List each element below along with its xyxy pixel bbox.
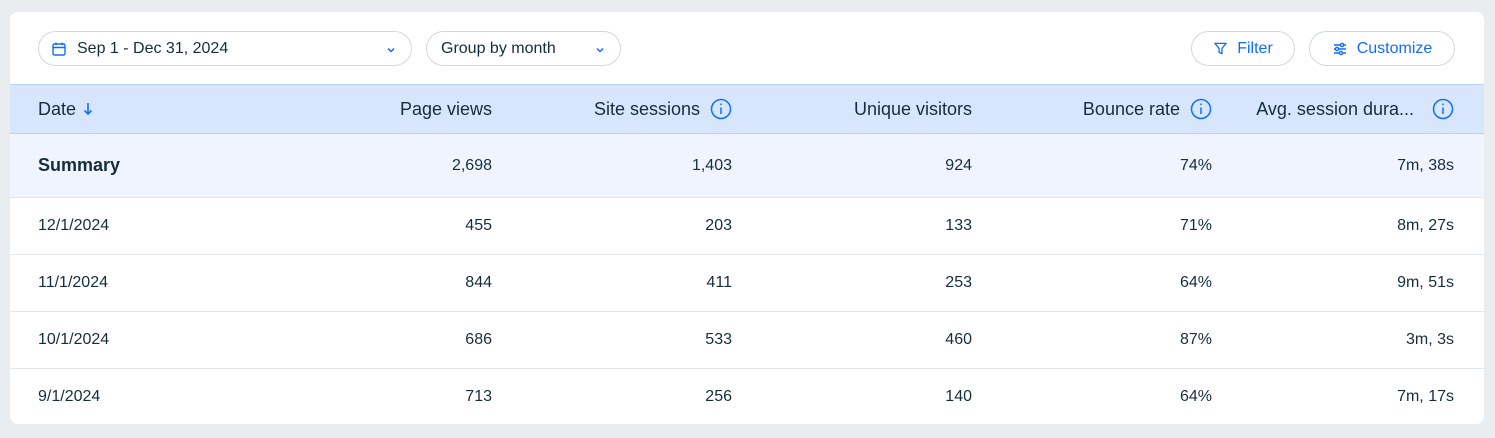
cell-bounce-rate: 87% bbox=[1179, 331, 1212, 348]
column-header-date[interactable]: Date bbox=[10, 85, 260, 134]
customize-label: Customize bbox=[1356, 39, 1433, 57]
summary-label: Summary bbox=[38, 155, 121, 175]
analytics-table: Date Page views Site sessions Unique vis… bbox=[10, 84, 1484, 424]
toolbar: Sep 1 - Dec 31, 2024 Group by month Filt… bbox=[10, 12, 1484, 84]
column-header-avg-session-duration[interactable]: Avg. session dura... bbox=[1212, 85, 1484, 134]
cell-date: 10/1/2024 bbox=[38, 331, 110, 348]
column-header-bounce-rate[interactable]: Bounce rate bbox=[972, 85, 1212, 134]
cell-page-views: 686 bbox=[465, 331, 492, 348]
date-range-value: Sep 1 - Dec 31, 2024 bbox=[77, 39, 229, 57]
summary-page-views: 2,698 bbox=[451, 156, 492, 174]
table-row[interactable]: 11/1/2024 844 411 253 64% 9m, 51s bbox=[10, 255, 1484, 312]
info-icon[interactable] bbox=[1432, 98, 1454, 120]
info-icon[interactable] bbox=[1190, 98, 1212, 120]
column-header-page-views[interactable]: Page views bbox=[260, 85, 492, 134]
group-by-value: Group by month bbox=[441, 39, 556, 57]
cell-unique-visitors: 460 bbox=[945, 331, 972, 348]
table-row[interactable]: 9/1/2024 713 256 140 64% 7m, 17s bbox=[10, 369, 1484, 425]
cell-avg-session: 7m, 17s bbox=[1397, 388, 1454, 406]
cell-bounce-rate: 64% bbox=[1179, 388, 1212, 406]
summary-bounce-rate: 74% bbox=[1179, 156, 1212, 174]
analytics-table-card: Sep 1 - Dec 31, 2024 Group by month Filt… bbox=[10, 12, 1484, 424]
group-by-dropdown[interactable]: Group by month bbox=[426, 31, 621, 66]
summary-site-sessions: 1,403 bbox=[691, 156, 732, 174]
filter-button[interactable]: Filter bbox=[1191, 31, 1295, 66]
column-header-unique-visitors[interactable]: Unique visitors bbox=[732, 85, 972, 134]
summary-unique-visitors: 924 bbox=[945, 156, 972, 174]
cell-date: 9/1/2024 bbox=[38, 388, 101, 406]
cell-avg-session: 8m, 27s bbox=[1397, 217, 1454, 234]
cell-page-views: 455 bbox=[465, 217, 492, 234]
info-icon[interactable] bbox=[710, 98, 732, 120]
sliders-icon bbox=[1332, 41, 1357, 57]
cell-site-sessions: 256 bbox=[705, 388, 732, 406]
table-row[interactable]: 10/1/2024 686 533 460 87% 3m, 3s bbox=[10, 312, 1484, 369]
cell-avg-session: 3m, 3s bbox=[1405, 331, 1454, 348]
sort-arrow-down-icon bbox=[83, 102, 93, 116]
cell-unique-visitors: 133 bbox=[945, 217, 972, 234]
cell-page-views: 713 bbox=[465, 388, 492, 406]
cell-date: 12/1/2024 bbox=[38, 217, 110, 234]
cell-bounce-rate: 71% bbox=[1179, 217, 1212, 234]
date-range-picker[interactable]: Sep 1 - Dec 31, 2024 bbox=[38, 31, 412, 66]
cell-avg-session: 9m, 51s bbox=[1397, 274, 1454, 291]
cell-site-sessions: 411 bbox=[706, 274, 732, 291]
filter-icon bbox=[1213, 41, 1237, 56]
chevron-down-icon bbox=[594, 43, 606, 61]
cell-bounce-rate: 64% bbox=[1179, 274, 1212, 291]
cell-site-sessions: 203 bbox=[705, 217, 732, 234]
filter-label: Filter bbox=[1237, 39, 1273, 57]
summary-avg-session: 7m, 38s bbox=[1397, 156, 1454, 174]
customize-button[interactable]: Customize bbox=[1309, 31, 1455, 66]
table-row[interactable]: 12/1/2024 455 203 133 71% 8m, 27s bbox=[10, 198, 1484, 255]
summary-row: Summary 2,698 1,403 924 74% 7m, 38s bbox=[10, 133, 1484, 198]
cell-unique-visitors: 253 bbox=[945, 274, 972, 291]
table-header: Date Page views Site sessions Unique vis… bbox=[10, 84, 1484, 134]
cell-page-views: 844 bbox=[465, 274, 492, 291]
column-header-site-sessions[interactable]: Site sessions bbox=[492, 85, 732, 134]
chevron-down-icon bbox=[385, 43, 397, 61]
cell-date: 11/1/2024 bbox=[38, 274, 108, 291]
cell-site-sessions: 533 bbox=[705, 331, 732, 348]
calendar-icon bbox=[51, 41, 67, 57]
cell-unique-visitors: 140 bbox=[945, 388, 972, 406]
